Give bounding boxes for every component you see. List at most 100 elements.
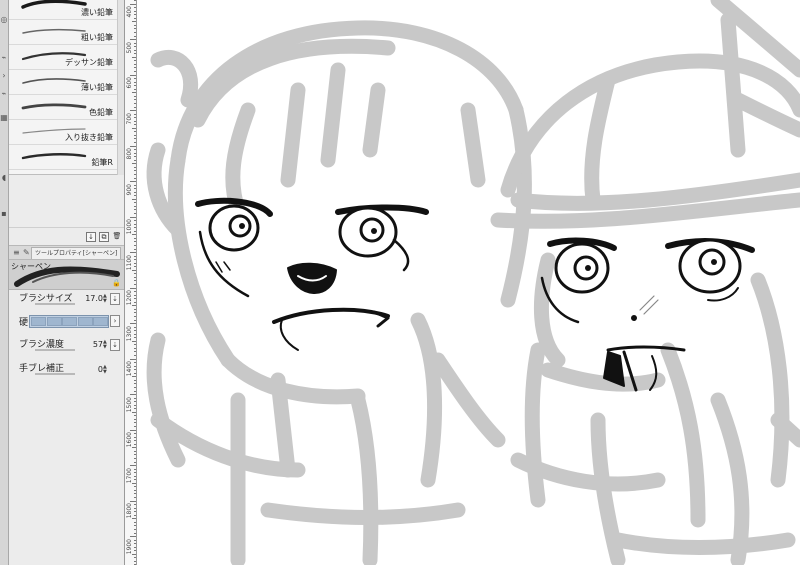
ruler-tick <box>134 266 136 268</box>
ruler-tick <box>134 24 136 26</box>
ruler-tick <box>134 386 136 388</box>
ruler-tick <box>134 113 136 115</box>
drawing-canvas[interactable] <box>138 0 800 565</box>
fill-tool-icon[interactable]: ▪ <box>0 208 8 220</box>
brush-size-spinner-icon[interactable]: ▲ ▼ <box>103 294 109 304</box>
hardness-level-cell[interactable] <box>77 317 93 326</box>
panel-menu-icon[interactable]: ≡ <box>13 248 21 258</box>
ruler-tick <box>134 159 136 161</box>
ruler-tick <box>130 181 136 183</box>
ruler-tick <box>134 436 136 438</box>
ruler-tick <box>134 17 136 19</box>
brush-density-value[interactable]: 57 <box>83 340 103 349</box>
brush-size-slider[interactable] <box>35 303 75 305</box>
brush-item[interactable]: デッサン鉛筆 <box>9 46 117 70</box>
ruler-tick <box>132 56 136 58</box>
down-arrow-icon[interactable]: ↓ <box>86 232 96 242</box>
ruler-tick <box>134 71 136 72</box>
ruler-tick <box>134 330 136 332</box>
ruler-label: 800 <box>126 148 133 160</box>
ruler-tick <box>134 560 136 562</box>
ruler-tick <box>134 7 136 9</box>
ruler-tick <box>134 184 136 186</box>
brush-density-slider[interactable] <box>35 349 75 351</box>
brush-item[interactable]: 濃い鉛筆 <box>9 0 117 20</box>
ruler-tick <box>134 457 136 459</box>
ruler-tick <box>134 479 136 481</box>
ruler-tick <box>130 429 136 431</box>
ruler-tick <box>130 110 136 112</box>
blend-tool-icon[interactable]: ◖ <box>0 172 8 184</box>
tab-tool-property[interactable]: ツールプロパティ[シャーペン] <box>31 247 122 259</box>
ruler-tick <box>134 497 136 498</box>
ruler-tick <box>134 188 136 190</box>
ruler-label: 1800 <box>126 503 133 519</box>
ruler-tick <box>134 152 136 154</box>
ruler-tick <box>134 156 136 158</box>
ruler-tick <box>134 401 136 403</box>
stabilization-slider[interactable] <box>35 373 75 375</box>
ruler-tick <box>134 213 136 214</box>
ruler-tick <box>134 546 136 548</box>
ruler-tick <box>132 198 136 200</box>
stabilization-spinner-icon[interactable]: ▲ ▼ <box>103 365 109 375</box>
ruler-tick <box>134 454 136 456</box>
ruler-tick <box>134 312 136 314</box>
ruler-tick <box>134 362 136 364</box>
ruler-tick <box>134 557 136 559</box>
arrow-tool-icon[interactable]: › <box>0 70 8 82</box>
ruler-tick <box>134 88 136 90</box>
side-panel: 濃い鉛筆 粗い鉛筆 デッサン鉛筆 薄い鉛筆 色鉛筆 入り抜き鉛筆 鉛筆R ↓ ⧉ 🗑 ≡ ✎… <box>9 0 124 565</box>
lock-icon[interactable]: 🔒 <box>112 279 121 287</box>
ruler-tick <box>134 355 136 356</box>
settings-icon[interactable]: ◎ <box>0 14 8 26</box>
ruler-tick <box>134 543 136 545</box>
ruler-tick <box>134 95 136 97</box>
brush-item[interactable]: 薄い鉛筆 <box>9 71 117 95</box>
ruler-label: 900 <box>126 183 133 195</box>
ruler-tick <box>134 525 136 527</box>
brush-size-value[interactable]: 17.0 <box>83 294 103 303</box>
ruler-tick <box>134 379 136 381</box>
brush-item-label: 粗い鉛筆 <box>81 33 113 42</box>
brush-item[interactable]: 粗い鉛筆 <box>9 21 117 45</box>
ruler-label: 1300 <box>126 325 133 341</box>
ruler-tick <box>134 493 136 495</box>
pattern-tool-icon[interactable]: ▦ <box>0 112 8 124</box>
hardness-level-cell[interactable] <box>31 317 46 326</box>
ruler-label: 1600 <box>126 432 133 448</box>
ruler-tick <box>134 347 136 349</box>
pencil-r-stroke <box>21 153 87 160</box>
ruler-tick <box>134 514 136 516</box>
ruler-tick <box>132 305 136 307</box>
ruler-tick <box>134 372 136 374</box>
brush-item[interactable]: 鉛筆R <box>9 146 117 170</box>
brush-size-pressure-button[interactable]: ⇣ <box>110 293 120 305</box>
brush-density-pressure-button[interactable]: ⇣ <box>110 339 120 351</box>
pen-tool-icon[interactable]: ⌁ <box>0 52 8 64</box>
ruler-tick <box>134 81 136 83</box>
ruler-tick <box>134 67 136 69</box>
ruler-tick <box>130 74 136 76</box>
hardness-level-cell[interactable] <box>93 317 108 326</box>
ruler-tick <box>134 301 136 303</box>
ruler-tick <box>134 237 136 239</box>
brush-list-scrollbar[interactable] <box>117 0 124 175</box>
ruler-tick <box>130 358 136 360</box>
brush-item[interactable]: 色鉛筆 <box>9 96 117 120</box>
hardness-bar[interactable] <box>29 315 109 328</box>
ruler-tick <box>134 60 136 62</box>
brush-tool-icon[interactable]: ⌁ <box>0 88 8 100</box>
brush-density-spinner-icon[interactable]: ▲ ▼ <box>103 340 109 350</box>
trash-icon[interactable]: 🗑 <box>112 232 122 242</box>
hardness-level-cell[interactable] <box>46 317 62 326</box>
ruler-tick <box>134 351 136 353</box>
duplicate-icon[interactable]: ⧉ <box>99 232 109 242</box>
ruler-tick <box>134 63 136 65</box>
stabilization-value[interactable]: 0 <box>83 365 103 374</box>
vertical-ruler: 400 500 600 700 800 900 1000 1100 1200 1300 1400 15… <box>124 0 137 565</box>
hardness-level-cell[interactable] <box>62 317 77 326</box>
brush-item[interactable]: 入り抜き鉛筆 <box>9 121 117 145</box>
ruler-tick <box>130 145 136 147</box>
hardness-expand-button[interactable]: › <box>110 315 120 327</box>
